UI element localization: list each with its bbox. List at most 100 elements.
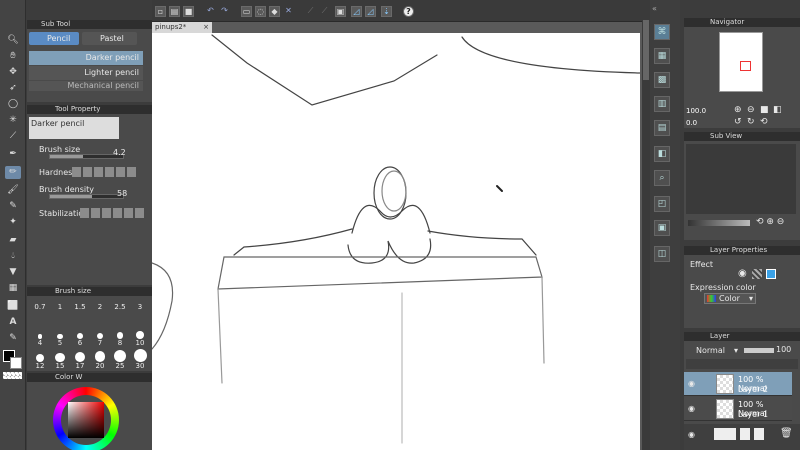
brush-size-option[interactable]: 12 xyxy=(30,349,50,370)
brush-density-slider[interactable] xyxy=(49,194,124,199)
rotation-value[interactable]: 0.0 xyxy=(686,119,697,127)
clear-outside-icon[interactable]: ◌ xyxy=(255,6,266,17)
transparent-color-swatch[interactable] xyxy=(3,372,22,379)
layer-row[interactable]: ◉ 100 % Normal Layer 1 xyxy=(684,397,792,421)
help-icon[interactable]: ? xyxy=(403,6,414,17)
zoom-value[interactable]: 100.0 xyxy=(686,107,706,115)
history-icon[interactable]: ▥ xyxy=(654,96,670,112)
brush-size-option[interactable]: 7 xyxy=(90,326,110,347)
layer-row[interactable]: ◉ 100 % Normal Layer 2 xyxy=(684,372,792,396)
zoom-icon[interactable]: 🔍︎ xyxy=(5,34,21,47)
navigator-preview[interactable] xyxy=(719,32,763,92)
tab-pastel[interactable]: Pastel xyxy=(82,32,137,45)
gradient-icon[interactable]: ▦ xyxy=(5,282,21,295)
zoom-out-icon[interactable]: ⊖ xyxy=(747,105,755,115)
text-icon[interactable]: A xyxy=(5,316,21,329)
balloon-icon[interactable]: ✎ xyxy=(5,332,21,345)
brush-size-option[interactable]: 0.7 xyxy=(30,303,50,311)
fit-icon[interactable]: ■ xyxy=(760,105,769,115)
zoom-in-icon[interactable]: ⊕ xyxy=(734,105,742,115)
brush-item-lighter[interactable]: Lighter pencil xyxy=(29,66,143,80)
pencil-icon[interactable]: ✏ xyxy=(5,166,21,179)
blend-icon[interactable]: 💧︎ xyxy=(5,250,21,263)
new-folder-icon[interactable] xyxy=(754,428,764,440)
layer-visibility-icon[interactable]: ◉ xyxy=(688,379,695,388)
auto-select-icon[interactable]: ✳ xyxy=(5,114,21,127)
brush-size-option[interactable]: 8 xyxy=(110,326,130,347)
brush-size-option[interactable]: 20 xyxy=(90,349,110,370)
brush-size-option[interactable]: 30 xyxy=(130,349,150,370)
subview-tools[interactable]: ⟲ ⊕ ⊖ xyxy=(756,217,784,227)
layer-mask-icon[interactable]: ▩ xyxy=(654,72,670,88)
tab-pencil[interactable]: Pencil xyxy=(29,32,79,45)
save-icon[interactable]: ■ xyxy=(183,6,194,17)
fill-bucket-icon[interactable]: ▼ xyxy=(5,266,21,279)
eye-icon[interactable]: ◉ xyxy=(688,430,695,439)
snap-grid-icon[interactable]: ⇣ xyxy=(381,6,392,17)
canvas-tab[interactable]: pinups2* × xyxy=(152,22,212,33)
redo-icon[interactable]: ↷ xyxy=(219,6,230,17)
delete-layer-icon[interactable]: 🗑︎ xyxy=(780,428,793,439)
airbrush-icon[interactable]: ✎ xyxy=(5,200,21,213)
search-layer-icon[interactable]: ⌕ xyxy=(654,170,670,186)
color-square[interactable] xyxy=(68,402,104,438)
layer-menu-icon[interactable]: ⌘ xyxy=(654,24,670,40)
clear-icon[interactable]: ▭ xyxy=(241,6,252,17)
snap-special-ruler-icon[interactable]: ◿ xyxy=(365,6,376,17)
stabilization-selector[interactable] xyxy=(80,208,144,218)
brush-size-option[interactable]: 25 xyxy=(110,349,130,370)
decoration-icon[interactable]: ✦ xyxy=(5,216,21,229)
scrollbar-thumb[interactable] xyxy=(643,20,649,80)
auto-actions-icon[interactable]: ◰ xyxy=(654,196,670,212)
eraser-icon[interactable]: ▰ xyxy=(5,234,21,247)
brush-size-option[interactable]: 1.5 xyxy=(70,303,90,311)
flip-icon[interactable]: ◧ xyxy=(773,105,782,115)
move-icon[interactable]: ✥ xyxy=(5,66,21,79)
brush-size-option[interactable]: 2.5 xyxy=(110,303,130,311)
opacity-slider[interactable] xyxy=(744,348,774,353)
effect-color-icon[interactable] xyxy=(766,269,776,279)
canvas-vertical-scrollbar[interactable] xyxy=(642,0,650,450)
brush-size-option[interactable]: 17 xyxy=(70,349,90,370)
layer-property-icon[interactable]: ◫ xyxy=(654,246,670,262)
brush-size-option[interactable]: 10 xyxy=(130,326,150,347)
show-selection-icon[interactable]: ▣ xyxy=(335,6,346,17)
sub-color-swatch[interactable] xyxy=(10,357,22,369)
new-vector-layer-icon[interactable] xyxy=(740,428,750,440)
blend-mode-select[interactable]: Normal ▾ xyxy=(688,345,740,356)
brush-size-option[interactable]: 5 xyxy=(50,326,70,347)
effect-tone-icon[interactable] xyxy=(752,269,762,279)
hardness-selector[interactable] xyxy=(72,167,136,177)
new-file-icon[interactable]: ▫ xyxy=(155,6,166,17)
figure-icon[interactable]: ⬜ xyxy=(5,300,21,313)
tone-icon[interactable]: ▤ xyxy=(654,120,670,136)
deselect-icon[interactable]: ✕ xyxy=(283,6,294,17)
brush-size-option[interactable]: 3 xyxy=(130,303,150,311)
brush-icon[interactable]: 🖌︎ xyxy=(5,184,21,197)
invert-selection-icon[interactable]: ⟋ xyxy=(319,6,330,17)
ruler-icon[interactable]: ◧ xyxy=(654,146,670,162)
snap-ruler-icon[interactable]: ◿ xyxy=(351,6,362,17)
rotate-right-icon[interactable]: ↻ xyxy=(747,117,755,127)
brush-size-option[interactable]: 15 xyxy=(50,349,70,370)
opacity-value[interactable]: 100 xyxy=(776,345,791,354)
brush-size-option[interactable]: 2 xyxy=(90,303,110,311)
brush-item-darker[interactable]: Darker pencil xyxy=(29,51,143,65)
drawing-canvas[interactable] xyxy=(152,33,640,450)
eyedropper-icon[interactable]: ⟋ xyxy=(5,130,21,143)
subview-slider[interactable] xyxy=(688,220,750,226)
close-tab-icon[interactable]: × xyxy=(203,22,209,33)
material-icon[interactable]: ▦ xyxy=(654,48,670,64)
pen-icon[interactable]: ✒ xyxy=(5,148,21,161)
subview-area[interactable] xyxy=(686,144,796,214)
selection-icon[interactable]: ◯ xyxy=(5,98,21,111)
new-raster-layer-icon[interactable] xyxy=(714,428,736,440)
brush-size-option[interactable]: 4 xyxy=(30,326,50,347)
navigator-viewport[interactable] xyxy=(740,61,751,71)
hand-icon[interactable]: ✋︎ xyxy=(5,50,21,63)
brush-item-mechanical[interactable]: Mechanical pencil xyxy=(29,81,143,91)
layer-visibility-icon[interactable]: ◉ xyxy=(688,404,695,413)
effect-border-icon[interactable]: ◉ xyxy=(738,268,747,279)
open-file-icon[interactable]: ▤ xyxy=(169,6,180,17)
item-bank-icon[interactable]: ▣ xyxy=(654,220,670,236)
